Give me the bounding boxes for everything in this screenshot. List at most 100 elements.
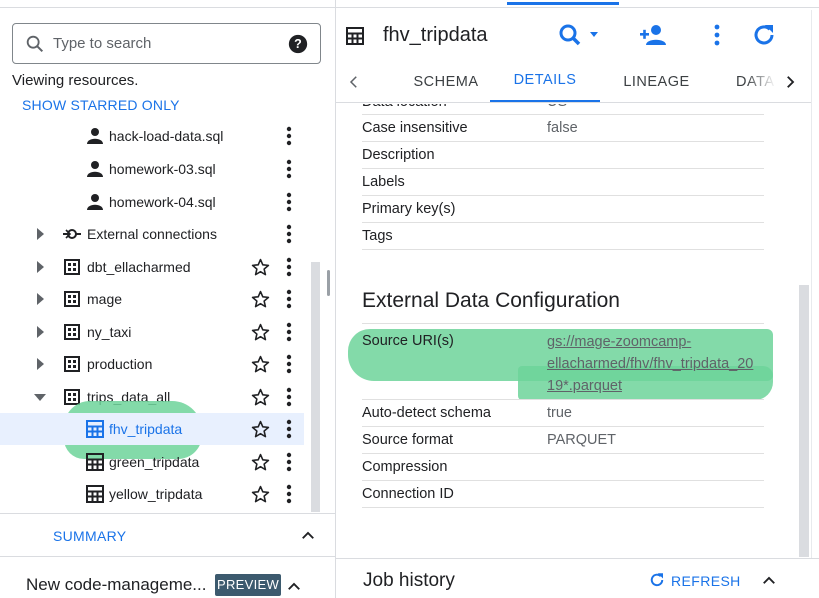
detail-row-description: Description [362, 142, 764, 169]
caret-right-icon[interactable] [32, 291, 48, 307]
tree-row[interactable]: homework-04.sql [0, 186, 304, 218]
summary-section[interactable]: SUMMARY [0, 513, 336, 557]
show-starred-only-link[interactable]: SHOW STARRED ONLY [22, 97, 180, 113]
star-icon[interactable] [251, 258, 270, 277]
chevron-left-icon[interactable] [345, 73, 363, 91]
more-options-icon[interactable] [282, 354, 296, 374]
caret-down-icon[interactable] [32, 389, 48, 405]
detail-key: Labels [362, 174, 405, 190]
detail-key: Compression [362, 459, 448, 475]
tree-row-label: green_tripdata [109, 454, 200, 470]
tree-row[interactable]: mage [0, 283, 304, 315]
search-box[interactable]: ? [12, 23, 321, 64]
source-uri-line: 19*.parquet [547, 378, 622, 394]
more-options-icon[interactable] [282, 387, 296, 407]
star-icon[interactable] [251, 420, 270, 439]
preview-badge: PREVIEW [215, 574, 281, 596]
more-options-icon[interactable] [282, 126, 296, 146]
tree-row[interactable]: production [0, 348, 304, 380]
summary-label: SUMMARY [53, 528, 127, 544]
star-icon[interactable] [251, 453, 270, 472]
table-details-panel: fhv_tripdata SCHEMA DETAILS LINEAGE DATA… [336, 0, 819, 598]
more-options-icon[interactable] [282, 159, 296, 179]
detail-key: Connection ID [362, 486, 454, 502]
external-connection-icon [63, 229, 81, 239]
chevron-up-icon[interactable] [760, 572, 778, 590]
detail-row-compression: Compression [362, 454, 764, 481]
tab-schema[interactable]: SCHEMA [386, 60, 506, 102]
star-icon[interactable] [251, 485, 270, 504]
tree-row[interactable]: dbt_ellacharmed [0, 251, 304, 283]
table-icon [86, 420, 104, 438]
explorer-scrollbar-thumb[interactable] [311, 262, 320, 512]
more-options-icon[interactable] [282, 484, 296, 504]
detail-value: PARQUET [547, 432, 617, 448]
explorer-scrollbar[interactable] [311, 262, 320, 512]
detail-row-connection-id: Connection ID [362, 481, 764, 508]
table-icon [86, 453, 104, 471]
dataset-icon [64, 356, 80, 372]
more-options-icon[interactable] [282, 224, 296, 244]
chevron-right-icon[interactable] [781, 73, 799, 91]
query-dropdown-button[interactable] [558, 22, 602, 48]
more-options-icon[interactable] [282, 419, 296, 439]
help-icon[interactable]: ? [288, 34, 308, 54]
tab-lineage[interactable]: LINEAGE [600, 60, 713, 102]
more-options-icon[interactable] [282, 289, 296, 309]
caret-right-icon[interactable] [32, 324, 48, 340]
detail-key: Tags [362, 228, 393, 244]
tree-row[interactable]: ny_taxi [0, 316, 304, 348]
share-add-person-icon[interactable] [639, 23, 667, 47]
refresh-icon[interactable] [751, 22, 777, 48]
tree-row[interactable]: homework-03.sql [0, 153, 304, 185]
detail-row-source-format: Source format PARQUET [362, 427, 764, 454]
tree-row-label: fhv_tripdata [109, 421, 183, 437]
detail-key: Source format [362, 432, 454, 448]
detail-row-labels: Labels [362, 169, 764, 196]
svg-text:?: ? [294, 37, 302, 51]
detail-key: Source URI(s) [362, 333, 454, 349]
details-tabs: SCHEMA DETAILS LINEAGE DATA [336, 60, 812, 103]
caret-right-icon[interactable] [32, 259, 48, 275]
details-scrollbar-thumb[interactable] [799, 285, 809, 557]
detail-row-data-location: Data location US [362, 104, 764, 115]
tree-row[interactable]: fhv_tripdata [0, 413, 304, 445]
chevron-up-icon[interactable] [299, 527, 317, 545]
caret-right-icon[interactable] [32, 226, 48, 242]
outer-scrollbar-track[interactable] [811, 10, 819, 558]
tab-details[interactable]: DETAILS [490, 60, 600, 102]
detail-key: Data location [362, 104, 447, 110]
more-options-icon[interactable] [282, 452, 296, 472]
detail-key: Description [362, 147, 435, 163]
more-options-icon[interactable] [282, 257, 296, 277]
star-icon[interactable] [251, 355, 270, 374]
refresh-button[interactable]: REFRESH [671, 573, 741, 589]
star-icon[interactable] [251, 323, 270, 342]
detail-value: US [547, 104, 567, 110]
dataset-icon [64, 259, 80, 275]
tree-row[interactable]: External connections [0, 218, 304, 250]
tree-row[interactable]: green_tripdata [0, 446, 304, 478]
more-options-icon[interactable] [282, 192, 296, 212]
panel-resize-handle[interactable] [327, 270, 330, 296]
source-uri-link[interactable]: gs://mage-zoomcamp- ellacharmed/fhv/fhv_… [547, 331, 762, 397]
details-content: Data location US Case insensitive false … [336, 104, 796, 556]
detail-value: false [547, 120, 578, 136]
tree-row[interactable]: trips_data_all [0, 381, 304, 413]
more-options-icon[interactable] [282, 322, 296, 342]
tree-row-label: mage [87, 291, 123, 307]
more-options-icon[interactable] [710, 24, 724, 46]
chevron-up-icon[interactable] [285, 578, 303, 596]
job-history-section[interactable]: Job history REFRESH [336, 558, 819, 598]
detail-key: Auto-detect schema [362, 405, 491, 421]
tree-row[interactable]: yellow_tripdata [0, 478, 304, 510]
star-icon[interactable] [251, 290, 270, 309]
tree-row[interactable]: hack-load-data.sql [0, 120, 304, 152]
star-icon[interactable] [251, 388, 270, 407]
caret-right-icon[interactable] [32, 356, 48, 372]
source-uri-line: ellacharmed/fhv/fhv_tripdata_20 [547, 356, 754, 372]
resource-tree: hack-load-data.sql homework-03.sql homewor… [0, 120, 310, 515]
new-code-management-section[interactable]: New code-manageme... PREVIEW [0, 560, 336, 598]
search-input[interactable] [53, 35, 283, 52]
refresh-icon[interactable] [648, 571, 666, 589]
